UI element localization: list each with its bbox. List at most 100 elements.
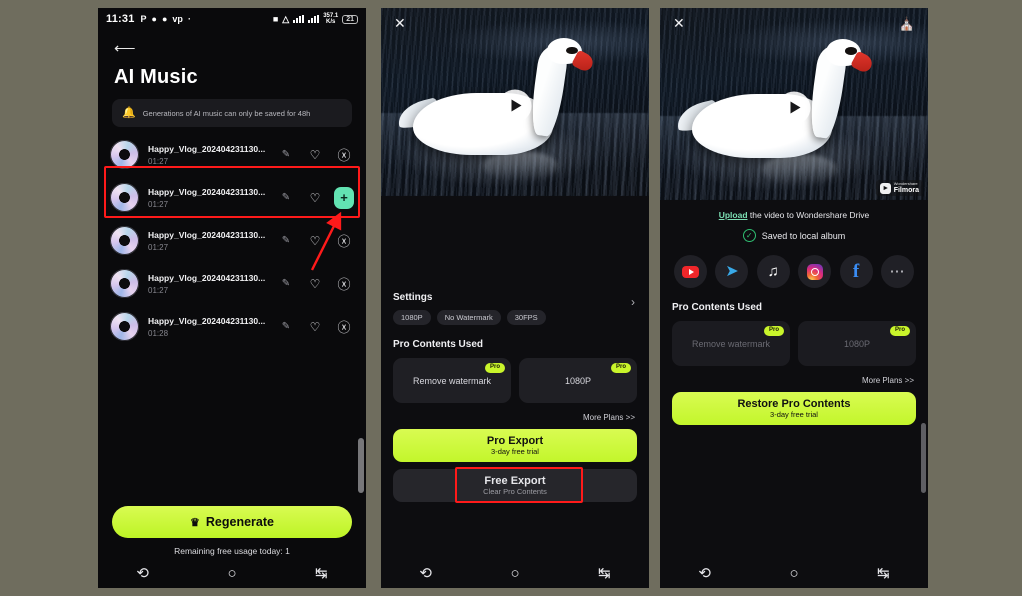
video-top-bar: ✕ bbox=[381, 8, 649, 38]
recents-icon[interactable]: ⟲ bbox=[409, 566, 443, 581]
back-icon[interactable]: ↹ bbox=[866, 566, 900, 581]
message-icon: ● bbox=[151, 13, 157, 24]
edit-icon[interactable]: ✎ bbox=[276, 145, 296, 165]
more-icon[interactable]: ⋯ bbox=[880, 255, 914, 288]
back-arrow-icon[interactable]: ⟵ bbox=[114, 41, 136, 56]
android-nav-bar: ⟲ ○ ↹ bbox=[381, 558, 649, 588]
telegram-icon[interactable]: ➤ bbox=[715, 255, 749, 288]
album-art-icon bbox=[110, 226, 139, 255]
status-time: 11:31 bbox=[106, 13, 135, 25]
vertical-scrollbar[interactable] bbox=[921, 423, 926, 493]
youtube-icon[interactable] bbox=[674, 255, 707, 288]
pro-card-1080p[interactable]: Pro 1080P bbox=[798, 321, 916, 366]
pro-card-remove-watermark[interactable]: Pro Remove watermark bbox=[393, 358, 511, 403]
download-icon[interactable]: ⓧ bbox=[334, 274, 354, 294]
close-icon[interactable]: ✕ bbox=[673, 16, 685, 30]
pro-content-cards: Pro Remove watermark Pro 1080P bbox=[393, 358, 637, 403]
add-to-project-button[interactable]: + bbox=[334, 186, 354, 209]
free-export-button[interactable]: Free Export Clear Pro Contents bbox=[393, 467, 637, 503]
favorite-icon[interactable]: ♡ bbox=[305, 317, 325, 337]
more-plans-link[interactable]: More Plans >> bbox=[672, 376, 916, 385]
p-icon: P bbox=[140, 13, 147, 24]
favorite-icon[interactable]: ♡ bbox=[305, 188, 325, 208]
favorite-icon[interactable]: ♡ bbox=[305, 145, 325, 165]
upload-line[interactable]: Upload the video to Wondershare Drive bbox=[672, 210, 916, 220]
pro-card-remove-watermark[interactable]: Pro Remove watermark bbox=[672, 321, 790, 366]
home-icon[interactable]: ○ bbox=[498, 566, 532, 581]
track-row[interactable]: Happy_Vlog_202404231130... 01:27 ✎ ♡ ⓧ bbox=[98, 133, 366, 176]
restore-subtitle: 3-day free trial bbox=[770, 409, 818, 419]
download-icon[interactable]: ⓧ bbox=[334, 145, 354, 165]
recents-icon[interactable]: ⟲ bbox=[126, 566, 160, 581]
more-plans-link[interactable]: More Plans >> bbox=[393, 413, 637, 422]
pro-export-button[interactable]: Pro Export 3-day free trial bbox=[393, 429, 637, 462]
play-button[interactable] bbox=[777, 91, 811, 125]
recents-icon[interactable]: ⟲ bbox=[688, 566, 722, 581]
page-title: AI Music bbox=[114, 66, 198, 88]
tiktok-icon[interactable]: ♫ bbox=[756, 255, 790, 288]
edit-icon[interactable]: ✎ bbox=[276, 317, 296, 337]
crown-icon: ♛ bbox=[190, 516, 200, 529]
restore-pro-contents-button[interactable]: Restore Pro Contents 3-day free trial bbox=[672, 392, 916, 425]
swan-body bbox=[692, 94, 832, 158]
video-preview[interactable]: ✕ bbox=[381, 8, 649, 196]
phone-screen-share: ✕ ⛪ ► Wondershare Filmora Upload the vid… bbox=[660, 8, 928, 588]
pro-card-1080p[interactable]: Pro 1080P bbox=[519, 358, 637, 403]
close-icon[interactable]: ✕ bbox=[394, 16, 406, 30]
back-icon[interactable]: ↹ bbox=[587, 566, 621, 581]
notice-banner: 🔔 Generations of AI music can only be sa… bbox=[112, 99, 352, 127]
setting-tag: 30FPS bbox=[506, 310, 546, 325]
video-preview[interactable]: ✕ ⛪ ► Wondershare Filmora bbox=[660, 8, 928, 200]
upload-link[interactable]: Upload bbox=[719, 210, 748, 220]
play-button[interactable] bbox=[498, 89, 532, 123]
signal-icon-1 bbox=[293, 15, 305, 23]
check-circle-icon: ✓ bbox=[742, 229, 756, 242]
track-list: Happy_Vlog_202404231130... 01:27 ✎ ♡ ⓧ H… bbox=[98, 133, 366, 348]
settings-section[interactable]: Settings › 1080P No Watermark 30FPS bbox=[393, 292, 637, 325]
home-icon[interactable]: ○ bbox=[215, 566, 249, 581]
home-icon[interactable]: ⛪ bbox=[899, 17, 915, 30]
favorite-icon[interactable]: ♡ bbox=[305, 274, 325, 294]
track-meta: Happy_Vlog_202404231130... 01:27 bbox=[148, 144, 267, 166]
track-name: Happy_Vlog_202404231130... bbox=[148, 143, 266, 154]
track-meta: Happy_Vlog_202404231130... 01:27 bbox=[148, 230, 267, 252]
download-icon[interactable]: ⓧ bbox=[334, 317, 354, 337]
instagram-icon[interactable] bbox=[798, 255, 832, 288]
brand-small: Wondershare bbox=[893, 181, 918, 187]
pro-card-label: Remove watermark bbox=[412, 375, 492, 386]
track-row[interactable]: Happy_Vlog_202404231130... 01:27 ✎ ♡ ⓧ bbox=[98, 219, 366, 262]
pro-card-label: 1080P bbox=[843, 338, 871, 349]
track-name: Happy_Vlog_202404231130... bbox=[148, 229, 266, 240]
edit-icon[interactable]: ✎ bbox=[276, 231, 296, 251]
track-row[interactable]: Happy_Vlog_202404231130... 01:27 ✎ ♡ + bbox=[98, 176, 366, 219]
vertical-scrollbar[interactable] bbox=[358, 438, 364, 493]
track-meta: Happy_Vlog_202404231130... 01:27 bbox=[148, 187, 267, 209]
pro-content-cards: Pro Remove watermark Pro 1080P bbox=[672, 321, 916, 366]
wifi-icon: △ bbox=[282, 13, 290, 24]
track-row[interactable]: Happy_Vlog_202404231130... 01:27 ✎ ♡ ⓧ bbox=[98, 262, 366, 305]
filmora-brand: Wondershare Filmora bbox=[894, 182, 919, 194]
track-duration: 01:27 bbox=[148, 156, 169, 166]
edit-icon[interactable]: ✎ bbox=[276, 274, 296, 294]
pro-contents-title: Pro Contents Used bbox=[672, 302, 763, 313]
dot-icon: · bbox=[187, 13, 191, 24]
bottom-actions: ♛ Regenerate Remaining free usage today:… bbox=[98, 506, 366, 556]
chevron-right-icon[interactable]: › bbox=[631, 295, 635, 309]
download-icon[interactable]: ⓧ bbox=[334, 231, 354, 251]
regenerate-button[interactable]: ♛ Regenerate bbox=[112, 506, 352, 538]
swan-reflection bbox=[761, 153, 837, 185]
track-duration: 01:27 bbox=[148, 285, 169, 295]
track-name: Happy_Vlog_202404231130... bbox=[148, 315, 266, 326]
filmora-logo-icon: ► bbox=[880, 182, 892, 194]
edit-icon[interactable]: ✎ bbox=[276, 188, 296, 208]
swan-reflection bbox=[482, 150, 558, 181]
track-row[interactable]: Happy_Vlog_202404231130... 01:28 ✎ ♡ ⓧ bbox=[98, 305, 366, 348]
saved-status: ✓ Saved to local album bbox=[672, 229, 916, 242]
facebook-icon[interactable]: f bbox=[839, 255, 873, 288]
home-icon[interactable]: ○ bbox=[777, 566, 811, 581]
back-icon[interactable]: ↹ bbox=[304, 566, 338, 581]
favorite-icon[interactable]: ♡ bbox=[305, 231, 325, 251]
brand-main: Filmora bbox=[893, 186, 919, 194]
export-sheet: Settings › 1080P No Watermark 30FPS Pro … bbox=[381, 292, 649, 503]
saved-text: Saved to local album bbox=[761, 230, 846, 241]
